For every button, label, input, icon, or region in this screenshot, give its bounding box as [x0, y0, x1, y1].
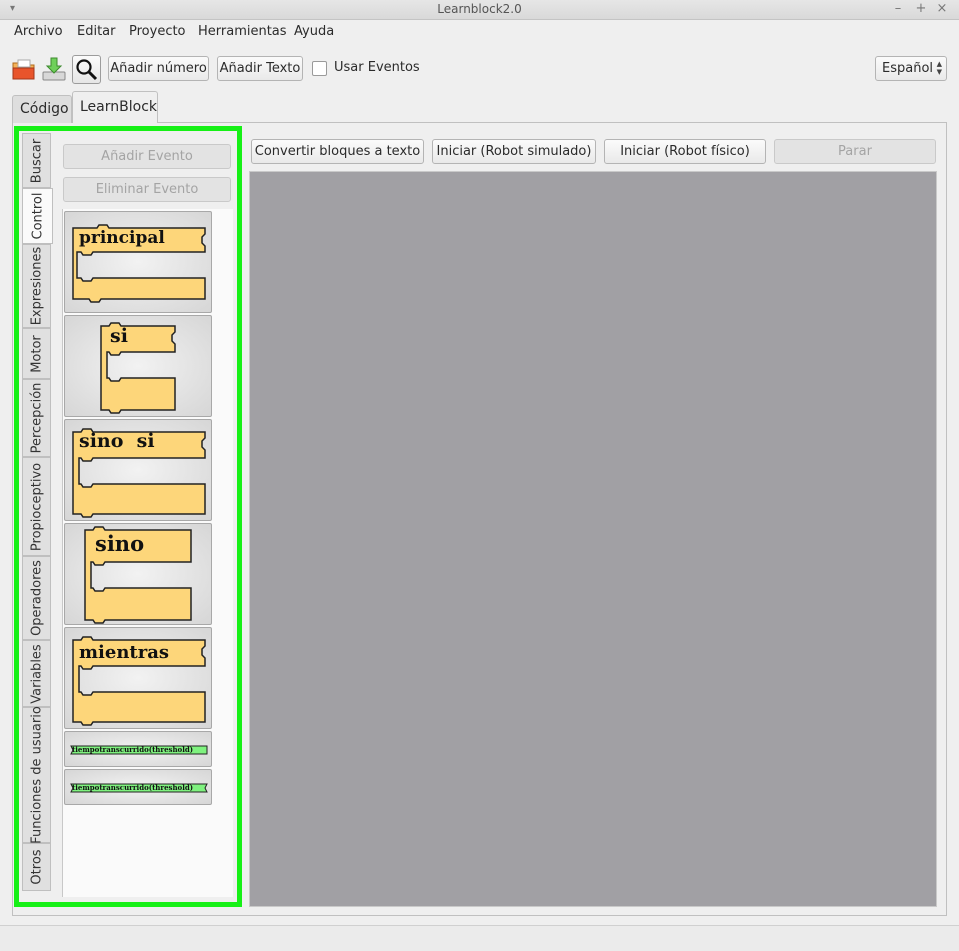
- side-tab-label: Otros: [29, 849, 44, 885]
- side-tab-label: Percepción: [29, 382, 44, 454]
- side-tab-label: Buscar: [29, 138, 44, 183]
- side-tab-operadores[interactable]: Operadores: [22, 556, 51, 640]
- search-icon[interactable]: [72, 55, 101, 84]
- add-number-button[interactable]: Añadir número: [108, 56, 209, 81]
- add-event-button[interactable]: Añadir Evento: [63, 144, 231, 169]
- minimize-icon[interactable]: –: [890, 1, 906, 16]
- block-tiempotranscurrido[interactable]: tiempotranscurrido(threshold): [64, 731, 212, 767]
- side-tab-expresiones[interactable]: Expresiones: [22, 244, 51, 328]
- block-label: tiempotranscurrido(threshold): [72, 783, 194, 792]
- maximize-icon[interactable]: +: [913, 1, 929, 16]
- block-label: principal: [79, 228, 165, 248]
- close-icon[interactable]: ×: [934, 1, 950, 16]
- use-events-label: Usar Eventos: [334, 60, 420, 75]
- block-label: si: [110, 325, 128, 347]
- start-simulated-robot-button[interactable]: Iniciar (Robot simulado): [432, 139, 596, 164]
- side-tab-motor[interactable]: Motor: [22, 328, 51, 379]
- side-tab-label: Motor: [29, 334, 44, 373]
- add-text-button[interactable]: Añadir Texto: [217, 56, 303, 81]
- menu-editar[interactable]: Editar: [77, 24, 116, 39]
- block-principal[interactable]: principal: [64, 211, 212, 313]
- stop-button[interactable]: Parar: [774, 139, 936, 164]
- side-tab-propioceptivo[interactable]: Propioceptivo: [22, 457, 51, 556]
- use-events-checkbox[interactable]: [312, 61, 327, 76]
- c-block-shape: [100, 322, 176, 414]
- toolbar: Añadir número Añadir Texto Usar Eventos …: [0, 52, 959, 86]
- menu-ayuda[interactable]: Ayuda: [294, 24, 334, 39]
- tab-learnblock[interactable]: LearnBlock: [72, 91, 158, 123]
- block-si[interactable]: si: [64, 315, 212, 417]
- side-tab-label: Funciones de usuario: [29, 706, 44, 844]
- open-folder-icon[interactable]: [10, 55, 38, 83]
- side-tab-label: Variables: [29, 643, 44, 704]
- convert-blocks-button[interactable]: Convertir bloques a texto: [251, 139, 424, 164]
- side-tab-funciones-de-usuario[interactable]: Funciones de usuario: [22, 706, 51, 844]
- side-tab-otros[interactable]: Otros: [22, 843, 51, 891]
- side-tab-label: Control: [30, 192, 45, 240]
- spin-arrows-icon: ▲ ▼: [936, 60, 942, 76]
- side-tab-label: Expresiones: [29, 246, 44, 326]
- block-sino[interactable]: sino: [64, 523, 212, 625]
- block-label: sino: [95, 531, 145, 556]
- language-value: Español: [882, 61, 934, 76]
- side-tab-label: Operadores: [29, 560, 44, 636]
- side-tab-buscar[interactable]: Buscar: [22, 133, 51, 188]
- status-bar: [0, 925, 959, 951]
- block-sino-si[interactable]: sino si: [64, 419, 212, 521]
- tab-codigo[interactable]: Código: [12, 95, 72, 123]
- start-physical-robot-button[interactable]: Iniciar (Robot físico): [604, 139, 766, 164]
- menu-archivo[interactable]: Archivo: [14, 24, 63, 39]
- block-mientras[interactable]: mientras: [64, 627, 212, 729]
- block-label: tiempotranscurrido(threshold): [72, 745, 194, 754]
- side-tab-percepcion[interactable]: Percepción: [22, 379, 51, 457]
- window-title: Learnblock2.0: [437, 2, 522, 16]
- menu-proyecto[interactable]: Proyecto: [129, 24, 186, 39]
- remove-event-button[interactable]: Eliminar Evento: [63, 177, 231, 202]
- block-tiempotranscurrido[interactable]: tiempotranscurrido(threshold): [64, 769, 212, 805]
- language-select[interactable]: Español ▲ ▼: [875, 56, 947, 81]
- side-tab-control[interactable]: Control: [22, 188, 53, 244]
- side-tab-variables[interactable]: Variables: [22, 640, 51, 707]
- menu-herramientas[interactable]: Herramientas: [198, 24, 287, 39]
- block-canvas[interactable]: [249, 171, 937, 907]
- side-tab-label: Propioceptivo: [29, 462, 44, 551]
- menubar: Archivo Editar Proyecto Herramientas Ayu…: [0, 20, 959, 44]
- block-label: sino si: [79, 430, 155, 452]
- download-icon[interactable]: [40, 55, 68, 83]
- block-label: mientras: [79, 642, 170, 663]
- title-bar: ▾ Learnblock2.0 – + ×: [0, 0, 959, 20]
